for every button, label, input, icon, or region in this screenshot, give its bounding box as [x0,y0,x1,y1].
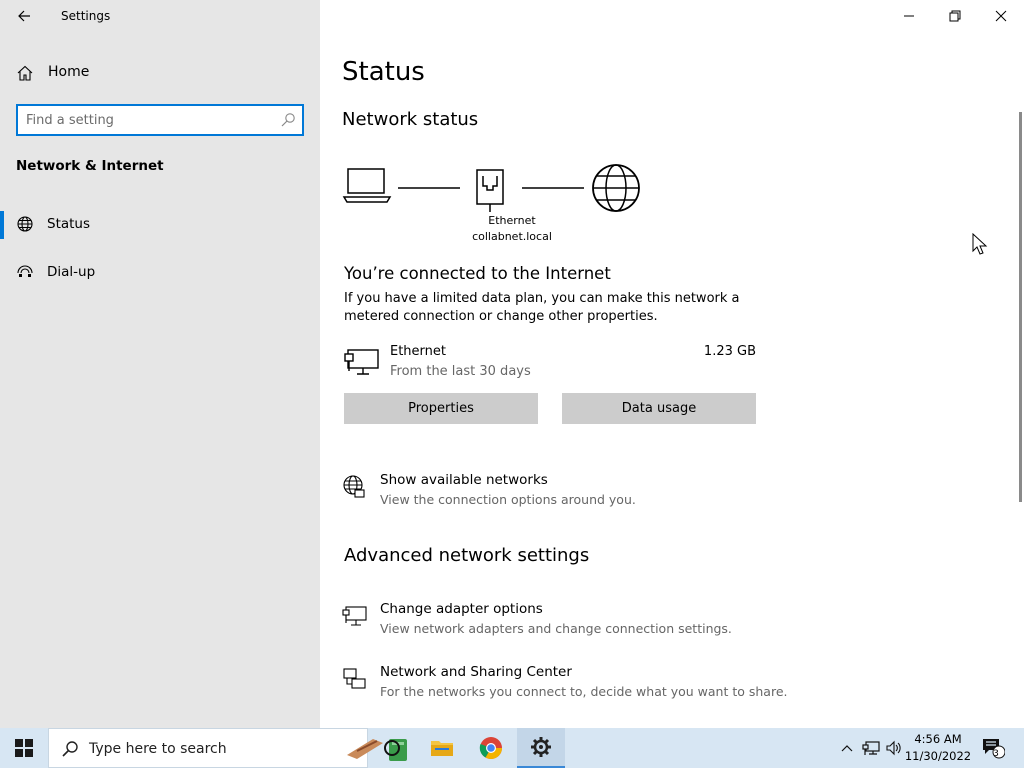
cortana-circle-icon [384,740,400,756]
sharing-center-desc: For the networks you connect to, decide … [380,684,788,699]
taskbar-settings[interactable] [517,728,565,768]
action-center-button[interactable]: 3 [978,728,1008,768]
notification-count: 3 [993,749,999,759]
gear-icon [531,737,551,757]
home-label: Home [48,64,90,80]
page-title: Status [342,57,425,87]
dial-up-icon [17,265,33,277]
sidebar-item-dial-up[interactable]: Dial-up [0,255,320,291]
network-tray-icon [862,741,880,755]
minimize-icon [904,15,914,17]
taskbar-search-text: Type here to search [89,741,227,757]
data-usage-amount: 1.23 GB [703,344,756,359]
home-icon [17,65,33,81]
change-adapter-options-link[interactable]: Change adapter options View network adap… [342,601,842,645]
adapter-monitor-icon [342,606,367,626]
sidebar: Settings Home Network & Internet Status … [0,0,320,728]
sharing-center-icon [343,668,366,689]
adapter-name-label: Ethernet [488,214,536,227]
show-networks-desc: View the connection options around you. [380,492,636,507]
change-adapter-desc: View network adapters and change connect… [380,621,732,636]
minimize-button[interactable] [886,0,932,32]
sidebar-item-status[interactable]: Status [0,207,320,243]
taskbar-cortana[interactable] [368,728,416,768]
change-adapter-title: Change adapter options [380,601,543,617]
search-input[interactable] [26,111,276,129]
scrollbar[interactable] [1019,112,1022,502]
network-diagram-graphic [342,164,640,212]
network-sharing-center-link[interactable]: Network and Sharing Center For the netwo… [342,664,842,708]
speaker-icon [886,740,901,756]
domain-label: collabnet.local [472,230,552,243]
restore-button[interactable] [932,0,978,32]
clock-time: 4:56 AM [914,732,962,746]
folder-icon [431,741,453,756]
mouse-cursor-icon [972,233,988,255]
network-tray-button[interactable] [860,728,882,768]
advanced-settings-heading: Advanced network settings [344,545,590,566]
taskbar: Type here to search 4:56 AM 11/30/2022 3 [0,728,1024,768]
section-title: Network & Internet [16,158,164,174]
laptop-icon [342,168,392,203]
close-button[interactable] [978,0,1024,32]
main-content: Status Network status Ethernet collabnet… [320,0,1024,728]
restore-icon [949,10,961,22]
chevron-up-icon [841,745,853,752]
clock-date: 11/30/2022 [904,749,972,763]
data-usage-button[interactable]: Data usage [562,393,756,424]
network-diagram: Ethernet collabnet.local [342,160,652,250]
search-box[interactable] [16,104,304,136]
ethernet-port-icon [476,169,504,212]
chrome-icon [479,737,502,759]
start-button[interactable] [0,728,48,768]
internet-globe-icon [592,164,640,212]
sharing-center-title: Network and Sharing Center [380,664,572,680]
taskbar-chrome[interactable] [467,728,515,768]
taskbar-clock[interactable]: 4:56 AM 11/30/2022 [904,731,972,765]
sidebar-item-home[interactable]: Home [0,58,320,88]
globe-icon [17,216,33,232]
network-status-heading: Network status [342,109,479,130]
sidebar-item-label: Dial-up [47,264,96,280]
taskbar-search-box[interactable]: Type here to search [48,728,407,768]
back-arrow-icon [18,10,30,22]
ethernet-name: Ethernet [390,344,446,359]
app-title: Settings [61,9,111,23]
ethernet-usage-row: Ethernet From the last 30 days 1.23 GB [344,342,760,382]
properties-button[interactable]: Properties [344,393,538,424]
taskbar-file-explorer[interactable] [418,728,466,768]
usage-period: From the last 30 days [390,364,531,379]
connection-status-description: If you have a limited data plan, you can… [344,291,740,324]
ethernet-adapter-icon [344,349,379,375]
back-button[interactable] [12,4,36,28]
sidebar-item-label: Status [47,216,91,232]
volume-tray-button[interactable] [884,728,904,768]
close-icon [995,10,1007,22]
connection-status-title: You’re connected to the Internet [344,264,611,283]
network-globe-icon [343,475,365,498]
windows-logo-icon [15,739,33,757]
show-available-networks-link[interactable]: Show available networks View the connect… [342,472,842,516]
search-icon [62,741,78,757]
show-hidden-icons-button[interactable] [838,728,856,768]
search-icon [281,113,295,127]
show-networks-title: Show available networks [380,472,548,488]
selection-indicator [0,211,4,239]
